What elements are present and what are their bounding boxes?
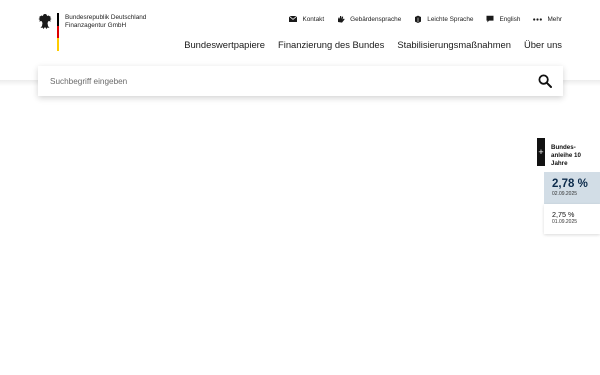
- current-rate-card: 2,78 % 02.09.2025: [544, 172, 600, 204]
- current-rate-date: 02.09.2025: [552, 191, 578, 197]
- logo[interactable]: Bundesrepublik Deutschland Finanzagentur…: [38, 13, 146, 52]
- current-rate-value: 2,78 %: [552, 178, 588, 190]
- service-link-kontakt[interactable]: Kontakt: [289, 16, 324, 23]
- search-input[interactable]: [50, 76, 520, 86]
- service-link-label: Kontakt: [302, 15, 325, 23]
- service-link-mehr[interactable]: Mehr: [533, 16, 562, 23]
- service-link-gebaerdensprache[interactable]: Gebärdensprache: [337, 15, 401, 23]
- main-nav-bundeswertpapiere[interactable]: Bundeswertpapiere: [184, 39, 265, 50]
- bond-rate-widget: + Bundes- anleihe 10 Jahre 2,78 % 02.09.…: [537, 138, 600, 234]
- logo-text: Bundesrepublik Deutschland Finanzagentur…: [65, 14, 146, 29]
- service-link-label: Mehr: [547, 15, 562, 23]
- widget-title-line: anleihe 10: [551, 152, 581, 160]
- main-nav-finanzierung-des-bundes[interactable]: Finanzierung des Bundes: [278, 39, 384, 50]
- flag-bar: [57, 13, 59, 52]
- search-icon[interactable]: [538, 74, 552, 88]
- main-nav: Bundeswertpapiere Finanzierung des Bunde…: [184, 39, 562, 50]
- service-nav: Kontakt Gebärdensprache Leichte Sprache …: [289, 15, 562, 23]
- main-nav-ueber-uns[interactable]: Über uns: [524, 39, 562, 50]
- service-link-label: Gebärdensprache: [350, 15, 402, 23]
- search-bar: [38, 66, 563, 96]
- widget-title-line: Bundes-: [551, 144, 576, 151]
- service-link-label: Leichte Sprache: [427, 15, 474, 23]
- federal-eagle-icon: [38, 14, 52, 29]
- previous-rate-card: 2,75 % 01.09.2025: [544, 204, 600, 234]
- widget-toggle-button[interactable]: +: [537, 138, 545, 166]
- main-nav-stabilisierungsmassnahmen[interactable]: Stabilisierungsmaßnahmen: [397, 39, 511, 50]
- speech-bubble-icon: [486, 15, 494, 23]
- service-link-english[interactable]: English: [486, 15, 520, 23]
- easy-language-icon: [415, 15, 422, 23]
- sign-language-icon: [338, 16, 345, 23]
- widget-title: Bundes- anleihe 10 Jahre: [545, 138, 581, 172]
- previous-rate-date: 01.09.2025: [552, 219, 578, 225]
- previous-rate-value: 2,75 %: [552, 210, 575, 219]
- logo-line-2: Finanzagentur GmbH: [65, 21, 127, 29]
- envelope-icon: [289, 16, 298, 22]
- logo-line-1: Bundesrepublik Deutschland: [65, 14, 147, 21]
- widget-title-line: Jahre: [551, 160, 568, 168]
- widget-header: + Bundes- anleihe 10 Jahre: [537, 138, 600, 172]
- service-link-leichte-sprache[interactable]: Leichte Sprache: [414, 15, 473, 23]
- service-link-label: English: [499, 15, 521, 23]
- more-dots-icon: [533, 17, 543, 21]
